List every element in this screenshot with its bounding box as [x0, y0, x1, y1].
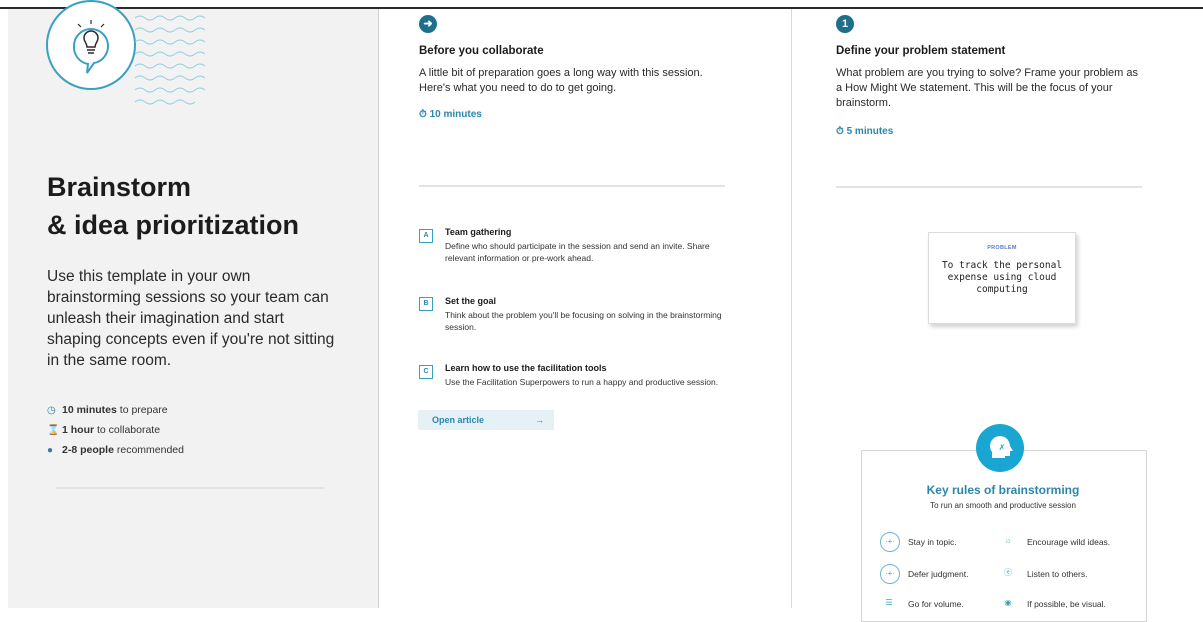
template-description: Use this template in your own brainstorm…: [47, 268, 335, 369]
hourglass-icon: ⌛: [47, 425, 60, 436]
waves-decoration: [135, 15, 206, 105]
item-title: Learn how to use the facilitation tools: [445, 363, 607, 373]
rules-subtitle: To run an smooth and productive session: [930, 501, 1076, 510]
arrow-right-icon: →: [535, 415, 544, 425]
divider: [419, 185, 725, 187]
item-text: Use the Facilitation Superpowers to run …: [445, 377, 719, 387]
target-icon: ·+·: [880, 532, 900, 552]
item-title: Team gathering: [445, 227, 512, 237]
clock-icon: ◷: [47, 405, 56, 416]
eye-icon: ◉: [999, 594, 1017, 612]
arrow-right-icon: ➜: [419, 15, 437, 33]
person-icon: ●: [47, 445, 54, 456]
rule-text: Listen to others.: [1027, 569, 1088, 579]
problem-intro: What problem are you trying to solve? Fr…: [836, 67, 1139, 109]
collab-time: ⌛ 1 hour to collaborate: [47, 424, 161, 436]
step-number-badge: 1: [836, 15, 854, 33]
prep-time: ◷ 10 minutes to prepare: [47, 404, 168, 416]
item-text: Define who should participate in the ses…: [445, 241, 710, 263]
stopwatch-icon: ⏱: [836, 126, 847, 137]
item-text: Think about the problem you'll be focusi…: [445, 310, 722, 332]
divider: [56, 487, 324, 489]
title-line-1: Brainstorm: [47, 172, 192, 202]
stack-icon: ☰: [880, 594, 898, 612]
step-letter: A: [419, 229, 433, 243]
people-count: ● 2-8 people recommended: [47, 444, 184, 456]
ear-icon: ⓔ: [999, 564, 1017, 582]
step-letter: C: [419, 365, 433, 379]
svg-text:✗: ✗: [999, 443, 1006, 452]
page-title: Brainstorm & idea prioritization: [47, 168, 299, 244]
problem-sticky-note[interactable]: PROBLEM To track the personal expense us…: [928, 232, 1076, 324]
problem-heading: Define your problem statement: [836, 45, 1006, 57]
rules-title: Key rules of brainstorming: [926, 483, 1080, 497]
sticky-label: PROBLEM: [987, 245, 1017, 251]
rule-text: Defer judgment.: [908, 569, 969, 579]
title-line-2: & idea prioritization: [47, 210, 300, 240]
lightbulb-icon: ☼: [999, 532, 1017, 550]
step-letter: B: [419, 297, 433, 311]
prep-intro: A little bit of preparation goes a long …: [419, 67, 703, 94]
sticky-text: To track the personal expense using clou…: [941, 260, 1063, 295]
problem-time-badge: ⏱ 5 minutes: [836, 126, 894, 137]
item-title: Set the goal: [445, 296, 497, 306]
pause-icon: ·+·: [880, 564, 900, 584]
stopwatch-icon: ⏱: [419, 109, 430, 120]
rule-text: Encourage wild ideas.: [1027, 537, 1111, 547]
prep-time-badge: ⏱ 10 minutes: [419, 109, 482, 120]
prep-heading: Before you collaborate: [419, 45, 544, 57]
divider: [836, 186, 1142, 188]
open-article-button[interactable]: Open article →: [418, 410, 554, 430]
rule-text: Stay in topic.: [908, 537, 957, 547]
head-icon: ✗: [976, 424, 1024, 472]
lightbulb-icon: [46, 0, 136, 90]
